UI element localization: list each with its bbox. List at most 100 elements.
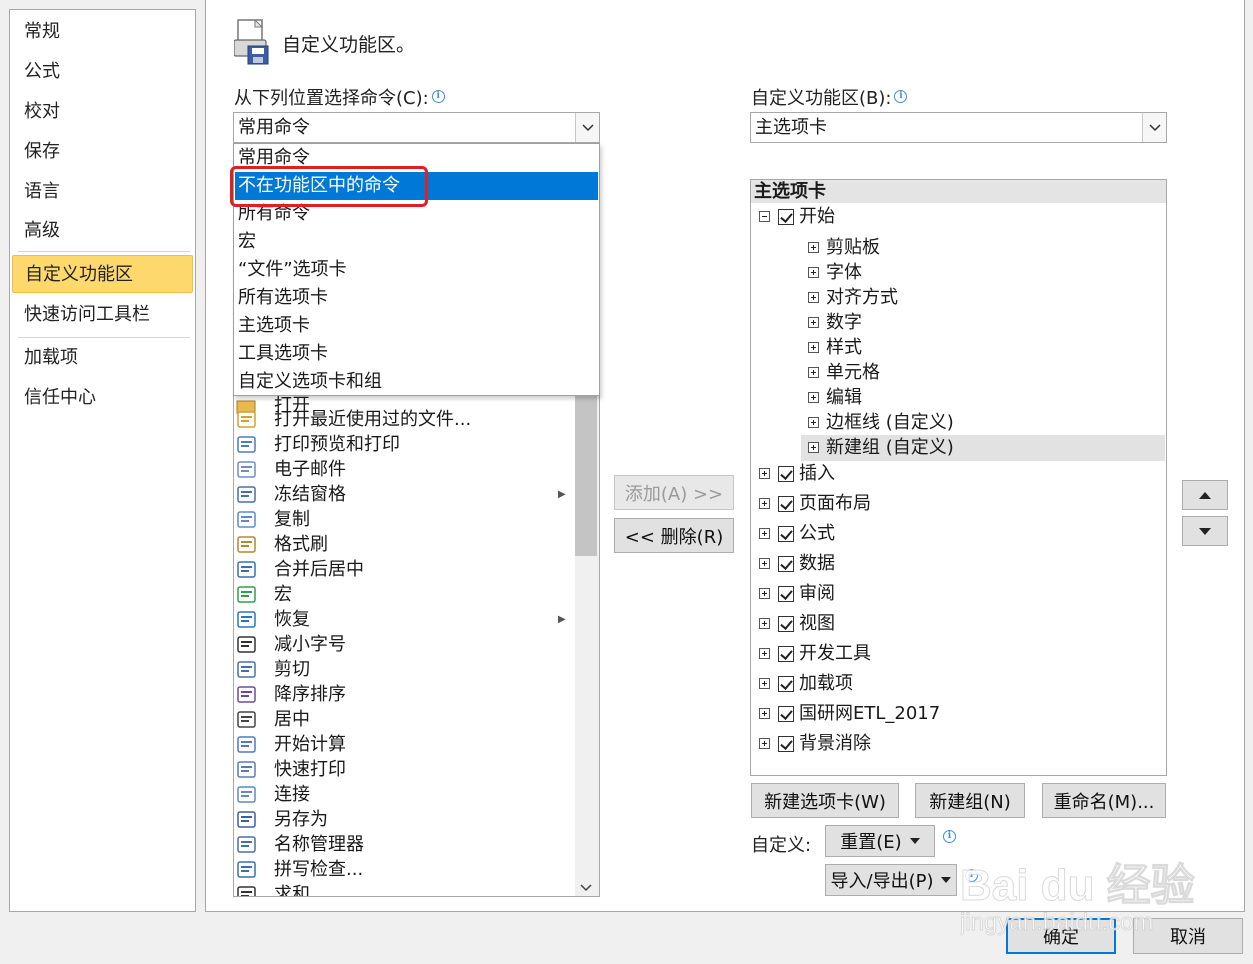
dropdown-option[interactable]: 自定义选项卡和组 xyxy=(235,368,598,396)
expand-icon[interactable] xyxy=(759,708,770,719)
tree-tab-item[interactable]: 页面布局 xyxy=(751,491,1165,517)
expand-icon[interactable] xyxy=(808,417,819,428)
list-item[interactable]: 连接 xyxy=(234,782,574,807)
dropdown-option[interactable]: “文件”选项卡 xyxy=(235,256,598,284)
expand-icon[interactable] xyxy=(759,498,770,509)
commands-scrollbar[interactable] xyxy=(575,396,599,896)
tree-group-item[interactable]: 数字 xyxy=(801,310,1165,336)
expand-icon[interactable] xyxy=(808,317,819,328)
nav-item-trust-center[interactable]: 信任中心 xyxy=(12,379,193,417)
tab-checkbox[interactable] xyxy=(778,706,794,722)
move-down-button[interactable] xyxy=(1182,516,1228,546)
list-item[interactable]: 电子邮件 xyxy=(234,457,574,482)
dropdown-option[interactable]: 所有选项卡 xyxy=(235,284,598,312)
info-icon[interactable]: i xyxy=(894,90,908,103)
info-icon[interactable]: i xyxy=(943,830,956,843)
expand-icon[interactable] xyxy=(759,468,770,479)
expand-icon[interactable] xyxy=(759,678,770,689)
list-item[interactable]: 打开最近使用过的文件... xyxy=(234,407,574,432)
expand-icon[interactable] xyxy=(759,738,770,749)
tree-group-item[interactable]: 新建组 (自定义) xyxy=(801,435,1165,461)
tab-checkbox[interactable] xyxy=(778,736,794,752)
reset-button[interactable]: 重置(E) xyxy=(825,825,935,857)
tab-checkbox[interactable] xyxy=(778,586,794,602)
ok-button[interactable]: 确定 xyxy=(1006,918,1116,954)
list-item[interactable]: 求和 xyxy=(234,882,574,896)
list-item[interactable]: 快速打印 xyxy=(234,757,574,782)
remove-button[interactable]: << 删除(R) xyxy=(614,518,734,553)
tab-checkbox[interactable] xyxy=(778,676,794,692)
tab-checkbox[interactable] xyxy=(778,496,794,512)
info-icon[interactable]: i xyxy=(431,90,445,103)
list-item[interactable]: 名称管理器 xyxy=(234,832,574,857)
expand-icon[interactable] xyxy=(808,292,819,303)
tree-group-item[interactable]: 单元格 xyxy=(801,360,1165,386)
dropdown-option[interactable]: 主选项卡 xyxy=(235,312,598,340)
tree-group-item[interactable]: 字体 xyxy=(801,260,1165,286)
list-item[interactable]: 宏 xyxy=(234,582,574,607)
dropdown-option[interactable]: 工具选项卡 xyxy=(235,340,598,368)
nav-item-general[interactable]: 常规 xyxy=(12,13,193,51)
chevron-down-icon[interactable] xyxy=(1142,113,1166,142)
tree-tab-item[interactable]: 插入 xyxy=(751,461,1165,487)
expand-icon[interactable] xyxy=(759,618,770,629)
collapse-icon[interactable] xyxy=(759,211,770,222)
list-item[interactable]: 拼写检查... xyxy=(234,857,574,882)
move-up-button[interactable] xyxy=(1182,480,1228,510)
tree-tab-item[interactable]: 国研网ETL_2017 xyxy=(751,701,1165,727)
nav-item-add-ins[interactable]: 加载项 xyxy=(12,339,193,377)
tab-checkbox[interactable] xyxy=(778,646,794,662)
tab-checkbox[interactable] xyxy=(778,526,794,542)
tree-tab-item[interactable]: 审阅 xyxy=(751,581,1165,607)
expand-icon[interactable] xyxy=(808,367,819,378)
new-tab-button[interactable]: 新建选项卡(W) xyxy=(751,783,899,818)
scrollbar-thumb[interactable] xyxy=(575,396,597,556)
tree-tab-item[interactable]: 开始 xyxy=(751,204,1165,230)
customize-ribbon-combo[interactable]: 主选项卡 xyxy=(750,112,1167,143)
tree-tab-item[interactable]: 视图 xyxy=(751,611,1165,637)
tree-group-item[interactable]: 边框线 (自定义) xyxy=(801,410,1165,436)
list-item[interactable]: 打印预览和打印 xyxy=(234,432,574,457)
list-item[interactable]: 另存为 xyxy=(234,807,574,832)
list-item[interactable]: 降序排序 xyxy=(234,682,574,707)
nav-item-customize-ribbon[interactable]: 自定义功能区 xyxy=(12,255,193,293)
commands-from-combo[interactable]: 常用命令 xyxy=(233,112,600,143)
tree-tab-item[interactable]: 加载项 xyxy=(751,671,1165,697)
scroll-down-icon[interactable] xyxy=(580,876,592,896)
add-button[interactable]: 添加(A) >> xyxy=(614,475,734,510)
tab-checkbox[interactable] xyxy=(778,209,794,225)
tree-tab-item[interactable]: 公式 xyxy=(751,521,1165,547)
expand-icon[interactable] xyxy=(808,392,819,403)
tree-group-item[interactable]: 剪贴板 xyxy=(801,235,1165,261)
tree-tab-item[interactable]: 开发工具 xyxy=(751,641,1165,667)
tab-checkbox[interactable] xyxy=(778,616,794,632)
list-item[interactable]: 格式刷 xyxy=(234,532,574,557)
nav-item-quick-access-toolbar[interactable]: 快速访问工具栏 xyxy=(12,296,193,334)
list-item[interactable]: 复制 xyxy=(234,507,574,532)
expand-icon[interactable] xyxy=(759,648,770,659)
expand-icon[interactable] xyxy=(759,588,770,599)
list-item[interactable]: 开始计算 xyxy=(234,732,574,757)
tab-checkbox[interactable] xyxy=(778,556,794,572)
nav-item-formulas[interactable]: 公式 xyxy=(12,53,193,91)
list-item[interactable]: 剪切 xyxy=(234,657,574,682)
import-export-button[interactable]: 导入/导出(P) xyxy=(825,864,957,896)
nav-item-proofing[interactable]: 校对 xyxy=(12,93,193,131)
list-item[interactable]: 减小字号 xyxy=(234,632,574,657)
tree-tab-item[interactable]: 背景消除 xyxy=(751,731,1165,757)
expand-icon[interactable] xyxy=(808,242,819,253)
cancel-button[interactable]: 取消 xyxy=(1133,918,1243,954)
expand-icon[interactable] xyxy=(808,267,819,278)
list-item[interactable]: 冻结窗格 ▶ xyxy=(234,482,574,507)
expand-icon[interactable] xyxy=(759,558,770,569)
info-icon[interactable]: i xyxy=(965,869,978,882)
dropdown-option[interactable]: 宏 xyxy=(235,228,598,256)
rename-button[interactable]: 重命名(M)... xyxy=(1042,783,1166,818)
tab-checkbox[interactable] xyxy=(778,466,794,482)
list-item[interactable]: 居中 xyxy=(234,707,574,732)
expand-icon[interactable] xyxy=(808,342,819,353)
list-item[interactable]: 恢复 ▶ xyxy=(234,607,574,632)
chevron-down-icon[interactable] xyxy=(575,113,599,142)
tree-group-item[interactable]: 对齐方式 xyxy=(801,285,1165,311)
tree-group-item[interactable]: 编辑 xyxy=(801,385,1165,411)
